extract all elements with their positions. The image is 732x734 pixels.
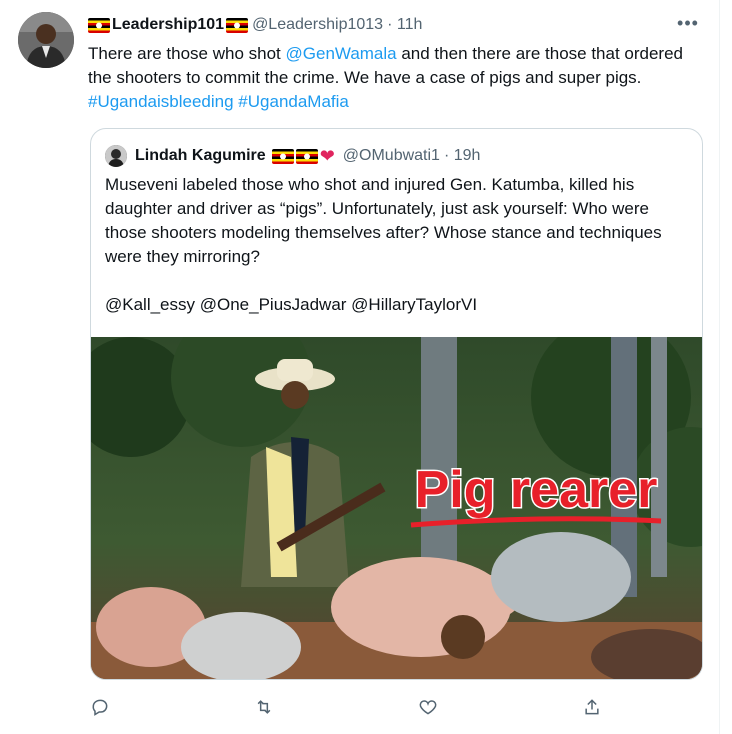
author-handle[interactable]: @Leadership1013 <box>252 16 383 34</box>
tweet-header: Leadership101 @Leadership1013 · 11h <box>88 14 422 36</box>
quote-author-handle[interactable]: @OMubwati1 <box>343 147 440 165</box>
share-icon[interactable] <box>579 694 605 720</box>
mention-link[interactable]: @GenWamala <box>286 44 397 63</box>
pig-rearer-illustration: Pig rearer <box>91 337 702 679</box>
reply-icon[interactable] <box>87 694 113 720</box>
hashtag-link[interactable]: #Ugandaisbleeding <box>88 92 234 111</box>
quote-image[interactable]: Pig rearer <box>91 337 702 679</box>
image-caption: Pig rearer <box>415 461 658 519</box>
quote-time[interactable]: · 19h <box>444 147 480 165</box>
author-avatar[interactable] <box>18 12 74 68</box>
quote-text: Museveni labeled those who shot and inju… <box>105 175 662 266</box>
quoted-tweet[interactable]: Lindah Kagumire ❤ @OMubwati1 · 19h Musev… <box>90 128 703 680</box>
quote-author-name[interactable]: Lindah Kagumire <box>135 147 266 165</box>
uganda-flag-icon <box>295 148 318 164</box>
heart-icon[interactable] <box>415 694 441 720</box>
more-options-icon[interactable]: ••• <box>676 14 700 36</box>
timeline-border <box>719 0 720 734</box>
tweet-text-part: There are those who shot <box>88 44 286 63</box>
author-name[interactable]: Leadership101 <box>112 16 224 34</box>
tweet-text: There are those who shot @GenWamala and … <box>88 42 708 114</box>
hashtag-link[interactable]: #UgandaMafia <box>238 92 349 111</box>
tweet-time[interactable]: · 11h <box>387 16 422 34</box>
red-heart-icon: ❤ <box>319 145 335 166</box>
quote-header: Lindah Kagumire ❤ @OMubwati1 · 19h <box>105 145 480 167</box>
tweet-actions <box>0 694 720 720</box>
uganda-flag-icon <box>271 148 294 164</box>
quote-author-avatar[interactable] <box>105 145 127 167</box>
uganda-flag-icon <box>226 17 249 33</box>
quote-mentions: @Kall_essy @One_PiusJadwar @HillaryTaylo… <box>105 295 478 314</box>
retweet-icon[interactable] <box>251 694 277 720</box>
uganda-flag-icon <box>88 17 110 33</box>
